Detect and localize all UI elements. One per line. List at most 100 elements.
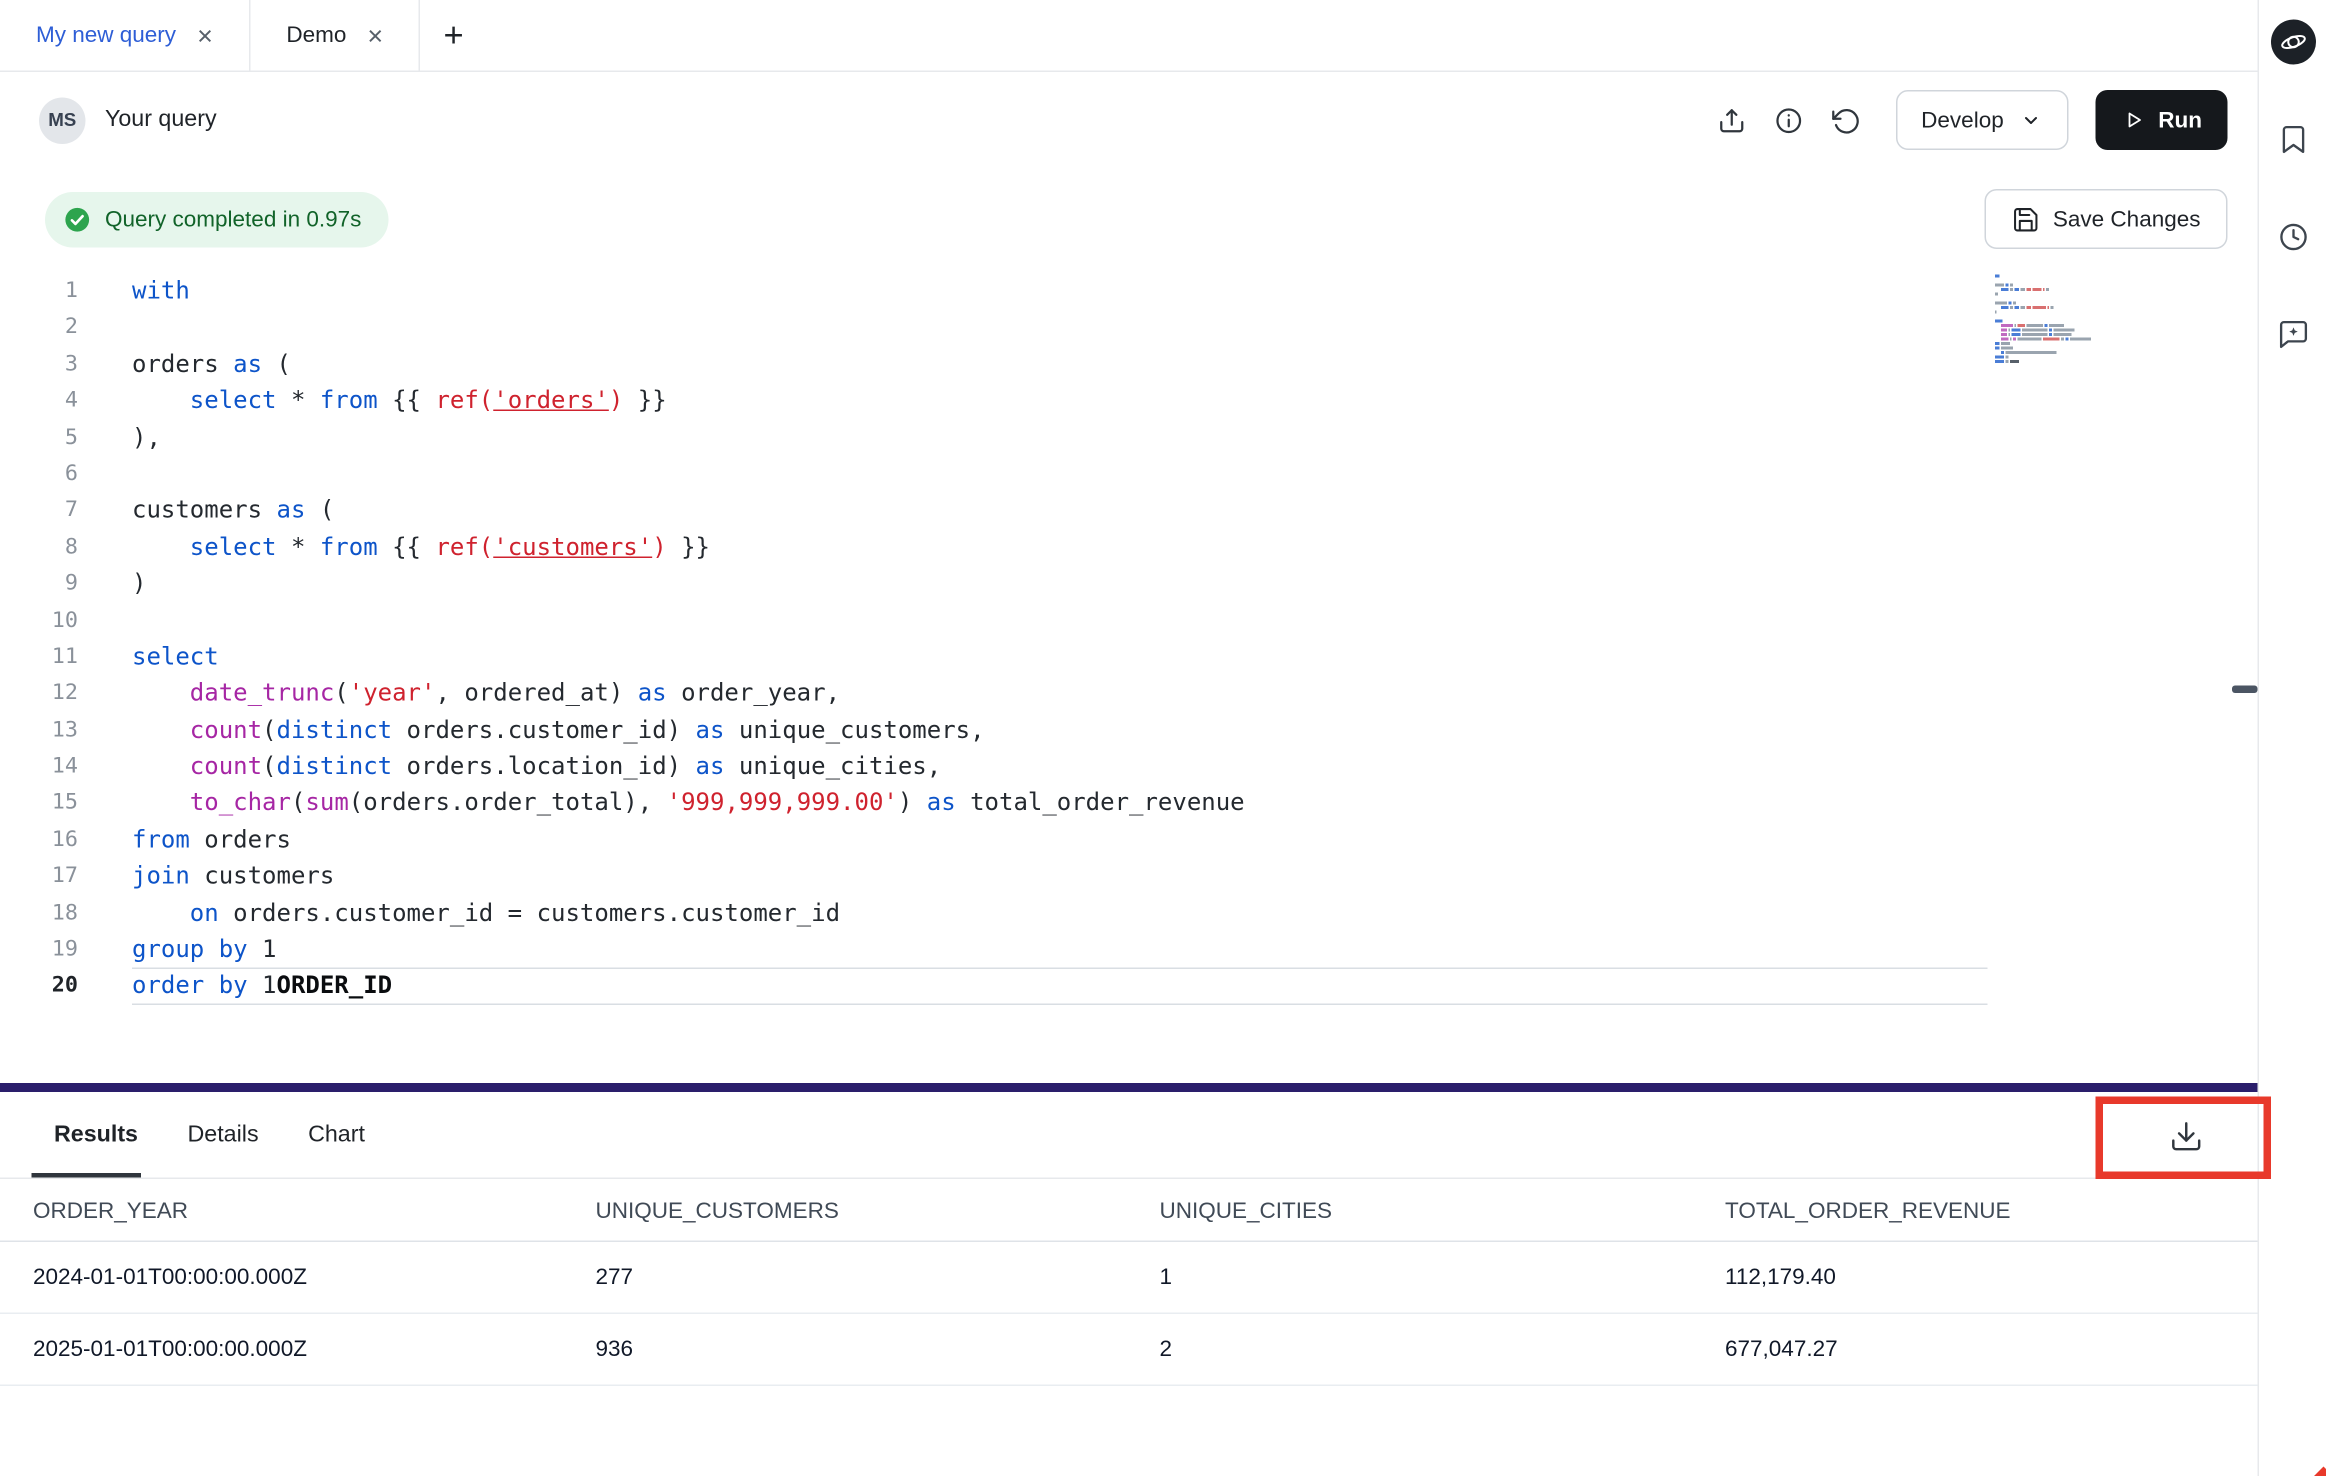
- chevron-down-icon: [2019, 108, 2043, 132]
- line-number: 10: [0, 602, 78, 639]
- feedback-button[interactable]: [2263, 308, 2323, 362]
- code-line[interactable]: count(distinct orders.location_id) as un…: [132, 749, 1988, 786]
- line-number: 7: [0, 493, 78, 530]
- table-row[interactable]: 2024-01-01T00:00:00.000Z2771112,179.40: [0, 1242, 2258, 1314]
- code-line[interactable]: customers as (: [132, 493, 1988, 530]
- line-number: 9: [0, 566, 78, 603]
- line-number: 13: [0, 712, 78, 749]
- status-text: Query completed in 0.97s: [105, 206, 361, 232]
- clock-icon: [2276, 221, 2309, 254]
- line-number: 16: [0, 822, 78, 859]
- column-header[interactable]: UNIQUE_CUSTOMERS: [596, 1198, 1160, 1224]
- download-results-button[interactable]: [2156, 1106, 2216, 1166]
- line-number: 15: [0, 785, 78, 822]
- download-icon: [2168, 1118, 2203, 1153]
- run-label: Run: [2158, 107, 2202, 133]
- code-line[interactable]: ),: [132, 419, 1988, 456]
- close-icon[interactable]: ×: [197, 22, 213, 49]
- close-icon[interactable]: ×: [367, 22, 383, 49]
- line-number: 14: [0, 749, 78, 786]
- copilot-icon: [2270, 20, 2315, 65]
- code-line[interactable]: from orders: [132, 822, 1988, 859]
- code-line[interactable]: with: [132, 273, 1988, 310]
- info-icon: [1773, 104, 1805, 136]
- add-tab-button[interactable]: +: [421, 0, 487, 71]
- line-number: 4: [0, 383, 78, 420]
- line-number: 2: [0, 310, 78, 347]
- table-cell: 112,179.40: [1725, 1265, 2258, 1291]
- table-row[interactable]: 2025-01-01T00:00:00.000Z9362677,047.27: [0, 1314, 2258, 1386]
- save-label: Save Changes: [2053, 206, 2201, 232]
- results-header-row: ORDER_YEARUNIQUE_CUSTOMERSUNIQUE_CITIEST…: [0, 1181, 2258, 1243]
- query-status-badge: Query completed in 0.97s: [45, 191, 388, 247]
- save-changes-button[interactable]: Save Changes: [1984, 189, 2228, 249]
- table-cell: 2025-01-01T00:00:00.000Z: [33, 1337, 596, 1363]
- copilot-button[interactable]: [2263, 15, 2323, 69]
- editor-scrollbar-thumb[interactable]: [2232, 686, 2258, 694]
- tab-chart[interactable]: Chart: [308, 1092, 365, 1178]
- share-icon: [1716, 104, 1748, 136]
- table-cell: 936: [596, 1337, 1160, 1363]
- tab-results[interactable]: Results: [54, 1092, 138, 1178]
- table-cell: 277: [596, 1265, 1160, 1291]
- develop-dropdown[interactable]: Develop: [1896, 90, 2069, 150]
- app-window: My new query × Demo × + MS Your query De…: [0, 0, 2326, 1476]
- bookmark-button[interactable]: [2263, 113, 2323, 167]
- line-number: 18: [0, 895, 78, 932]
- avatar: MS: [39, 97, 86, 144]
- line-number: 20: [0, 968, 78, 1005]
- run-button[interactable]: Run: [2095, 90, 2227, 150]
- status-row: Query completed in 0.97s Save Changes: [0, 183, 2258, 255]
- results-tab-bar: Results Details Chart: [0, 1092, 2258, 1179]
- editor-minimap[interactable]: [1995, 275, 2091, 365]
- editor-gutter: 1234567891011121314151617181920: [0, 273, 78, 1005]
- column-header[interactable]: ORDER_YEAR: [33, 1198, 596, 1224]
- right-rail: [2259, 0, 2326, 1476]
- editor-code-lines: with orders as ( select * from {{ ref('o…: [132, 273, 1988, 1005]
- table-cell: 2024-01-01T00:00:00.000Z: [33, 1265, 596, 1291]
- history-button[interactable]: [1818, 92, 1875, 149]
- code-line[interactable]: select * from {{ ref('orders') }}: [132, 383, 1988, 420]
- code-line[interactable]: [132, 456, 1988, 493]
- column-header[interactable]: TOTAL_ORDER_REVENUE: [1725, 1198, 2258, 1224]
- code-line[interactable]: join customers: [132, 858, 1988, 895]
- info-button[interactable]: [1761, 92, 1818, 149]
- line-number: 5: [0, 419, 78, 456]
- share-button[interactable]: [1704, 92, 1761, 149]
- bookmark-icon: [2276, 123, 2309, 156]
- tab-details[interactable]: Details: [188, 1092, 259, 1178]
- tab-label: My new query: [36, 23, 176, 49]
- viewport: My new query × Demo × + MS Your query De…: [0, 0, 2326, 1476]
- line-number: 11: [0, 639, 78, 676]
- panel-resize-divider[interactable]: [0, 1083, 2258, 1092]
- column-header[interactable]: UNIQUE_CITIES: [1160, 1198, 1726, 1224]
- code-line[interactable]: to_char(sum(orders.order_total), '999,99…: [132, 785, 1988, 822]
- table-cell: 677,047.27: [1725, 1337, 2258, 1363]
- code-line[interactable]: count(distinct orders.customer_id) as un…: [132, 712, 1988, 749]
- save-icon: [2011, 205, 2040, 234]
- code-line[interactable]: on orders.customer_id = customers.custom…: [132, 895, 1988, 932]
- history-rail-button[interactable]: [2263, 210, 2323, 264]
- code-line[interactable]: select * from {{ ref('customers') }}: [132, 529, 1988, 566]
- tab-bar: My new query × Demo × +: [0, 0, 2258, 72]
- line-number: 17: [0, 858, 78, 895]
- chat-sparkle-icon: [2276, 318, 2309, 351]
- code-line[interactable]: date_trunc('year', ordered_at) as order_…: [132, 675, 1988, 712]
- table-cell: 2: [1160, 1337, 1726, 1363]
- history-icon: [1830, 104, 1862, 136]
- code-line[interactable]: [132, 310, 1988, 347]
- code-line[interactable]: group by 1: [132, 932, 1988, 969]
- tab-my-new-query[interactable]: My new query ×: [0, 0, 250, 71]
- check-circle-icon: [63, 205, 92, 234]
- code-line[interactable]: [132, 602, 1988, 639]
- line-number: 1: [0, 273, 78, 310]
- code-line[interactable]: order by 1ORDER_ID: [132, 968, 1988, 1005]
- code-line[interactable]: orders as (: [132, 346, 1988, 383]
- tab-demo[interactable]: Demo ×: [250, 0, 420, 71]
- code-line[interactable]: ): [132, 566, 1988, 603]
- code-line[interactable]: select: [132, 639, 1988, 676]
- line-number: 19: [0, 932, 78, 969]
- query-header: MS Your query Develop Run: [0, 72, 2258, 168]
- sql-editor[interactable]: 1234567891011121314151617181920 with ord…: [0, 273, 2258, 1038]
- line-number: 12: [0, 675, 78, 712]
